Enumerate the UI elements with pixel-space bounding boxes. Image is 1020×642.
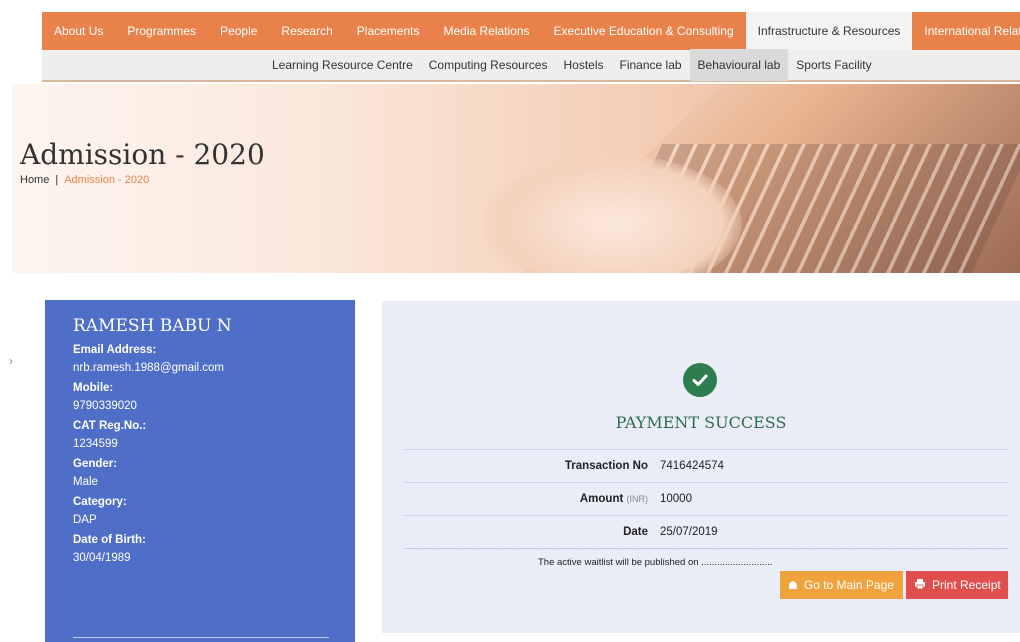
subnav-learning-resource-centre[interactable]: Learning Resource Centre bbox=[264, 49, 421, 81]
go-to-main-page-label: Go to Main Page bbox=[803, 578, 894, 592]
subnav-behavioural-lab[interactable]: Behavioural lab bbox=[689, 49, 789, 81]
profile-name: RAMESH BABU N bbox=[73, 316, 232, 336]
nav-international-relations[interactable]: International Relations bbox=[912, 12, 1020, 50]
nav-media-relations[interactable]: Media Relations bbox=[431, 12, 541, 50]
check-circle-icon bbox=[683, 363, 717, 397]
go-to-main-page-button[interactable]: ☗ Go to Main Page bbox=[780, 571, 903, 599]
nav-people[interactable]: People bbox=[208, 12, 269, 50]
print-icon bbox=[914, 578, 926, 593]
breadcrumb-home[interactable]: Home bbox=[20, 174, 49, 186]
amount-row: Amount (INR) 10000 bbox=[404, 483, 1008, 516]
top-nav: About Us Programmes People Research Plac… bbox=[42, 12, 1020, 50]
date-value: 25/07/2019 bbox=[660, 526, 718, 538]
payment-status: PAYMENT SUCCESS bbox=[615, 413, 787, 432]
date-row: Date 25/07/2019 bbox=[404, 516, 1008, 549]
payment-details: Transaction No 7416424574 Amount (INR) 1… bbox=[404, 449, 1008, 549]
dashed-divider bbox=[404, 548, 1008, 549]
waitlist-note: The active waitlist will be published on… bbox=[538, 557, 773, 568]
category-value: DAP bbox=[73, 514, 97, 526]
amount-value: 10000 bbox=[660, 493, 692, 505]
cat-reg-value: 1234599 bbox=[73, 438, 118, 450]
nav-about-us[interactable]: About Us bbox=[42, 12, 115, 50]
dob-value: 30/04/1989 bbox=[73, 552, 131, 564]
email-value: nrb.ramesh.1988@gmail.com bbox=[73, 362, 225, 374]
subnav-sports-facility[interactable]: Sports Facility bbox=[788, 49, 879, 81]
nav-programmes[interactable]: Programmes bbox=[115, 12, 208, 50]
subnav-finance-lab[interactable]: Finance lab bbox=[612, 49, 690, 81]
profile-card: RAMESH BABU N Email Address: nrb.ramesh.… bbox=[45, 300, 355, 642]
subnav-computing-resources[interactable]: Computing Resources bbox=[421, 49, 556, 81]
transaction-value: 7416424574 bbox=[660, 460, 724, 472]
dob-label: Date of Birth: bbox=[73, 534, 146, 546]
breadcrumb: Home | Admission - 2020 bbox=[20, 174, 149, 186]
print-receipt-label: Print Receipt bbox=[932, 578, 1001, 592]
cat-reg-label: CAT Reg.No.: bbox=[73, 420, 147, 432]
email-label: Email Address: bbox=[73, 344, 157, 356]
home-icon: ☗ bbox=[788, 579, 798, 592]
amount-label: Amount bbox=[579, 493, 624, 505]
breadcrumb-separator: | bbox=[55, 174, 59, 186]
amount-label-cell: Amount (INR) bbox=[404, 493, 660, 505]
page-title: Admission - 2020 bbox=[20, 138, 265, 171]
sub-nav: Learning Resource Centre Computing Resou… bbox=[42, 49, 1020, 82]
transaction-row: Transaction No 7416424574 bbox=[404, 450, 1008, 483]
amount-unit: (INR) bbox=[626, 494, 649, 504]
breadcrumb-current: Admission - 2020 bbox=[64, 174, 150, 186]
side-arrow-icon[interactable]: › bbox=[9, 354, 13, 368]
nav-placements[interactable]: Placements bbox=[345, 12, 432, 50]
gender-label: Gender: bbox=[73, 458, 118, 470]
transaction-label: Transaction No bbox=[564, 460, 648, 472]
nav-executive-education[interactable]: Executive Education & Consulting bbox=[542, 12, 746, 50]
date-label: Date bbox=[623, 526, 648, 538]
mobile-label: Mobile: bbox=[73, 382, 114, 394]
print-receipt-button[interactable]: Print Receipt bbox=[906, 571, 1008, 599]
payment-panel: PAYMENT SUCCESS Transaction No 741642457… bbox=[382, 301, 1020, 633]
subnav-hostels[interactable]: Hostels bbox=[555, 49, 611, 81]
profile-divider bbox=[73, 637, 329, 638]
gender-value: Male bbox=[73, 476, 98, 488]
mobile-value: 9790339020 bbox=[73, 400, 137, 412]
category-label: Category: bbox=[73, 496, 127, 508]
hero-banner bbox=[12, 84, 1020, 273]
nav-research[interactable]: Research bbox=[269, 12, 344, 50]
nav-infrastructure-resources[interactable]: Infrastructure & Resources bbox=[745, 12, 913, 50]
